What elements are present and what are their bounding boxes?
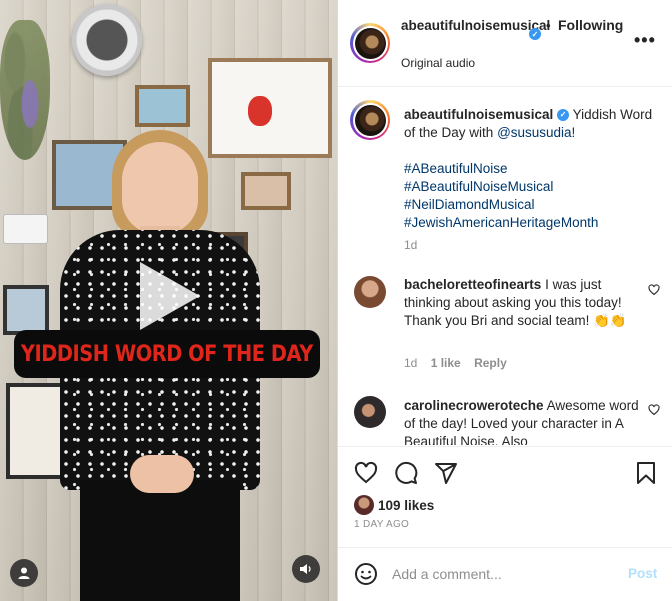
play-icon[interactable] xyxy=(140,262,200,330)
hashtag-link[interactable]: #NeilDiamondMusical xyxy=(404,196,598,214)
thermostat xyxy=(3,214,48,244)
caption-timestamp: 1d xyxy=(404,238,418,252)
comment-username[interactable]: carolinecroweroteche xyxy=(404,398,544,413)
add-comment-bar: Post xyxy=(338,547,672,601)
tagged-users-button[interactable] xyxy=(10,559,38,587)
wall-photo xyxy=(3,285,49,335)
comment-username[interactable]: bacheloretteofinearts xyxy=(404,277,541,292)
presenter-hands xyxy=(130,455,194,493)
comment-likes-link[interactable]: 1 like xyxy=(431,356,461,370)
separator-dot: • xyxy=(546,18,551,33)
reel-video[interactable]: YIDDISH WORD OF THE DAY xyxy=(0,0,337,601)
liker-avatar xyxy=(354,495,374,515)
heart-icon[interactable] xyxy=(354,461,378,485)
presenter-face xyxy=(122,142,198,234)
video-caption-banner: YIDDISH WORD OF THE DAY xyxy=(14,330,320,378)
video-caption-text: YIDDISH WORD OF THE DAY xyxy=(21,341,313,367)
comment-input[interactable] xyxy=(392,562,612,586)
speaker-icon xyxy=(300,564,311,574)
post-actions: 109 likes 1 DAY AGO xyxy=(338,446,672,546)
comment-like-icon[interactable] xyxy=(648,284,660,296)
ceiling-light xyxy=(72,4,142,76)
caption-mention[interactable]: @sususudia! xyxy=(497,125,575,140)
caption-text: abeautifulnoisemusical ✓ Yiddish Word of… xyxy=(404,106,659,142)
user-icon xyxy=(18,567,30,579)
post-header: abeautifulnoisemusical ✓ • Following Ori… xyxy=(338,0,672,87)
wall-photo xyxy=(135,85,190,127)
original-audio-link[interactable]: Original audio xyxy=(401,56,475,70)
verified-badge-icon: ✓ xyxy=(557,109,570,122)
likes-row: 109 likes xyxy=(354,495,434,515)
presenter-pants xyxy=(80,480,240,601)
comment-timestamp: 1d xyxy=(404,356,418,370)
emoji-icon[interactable] xyxy=(354,562,378,586)
likes-count[interactable]: 109 likes xyxy=(378,498,434,513)
comments-section[interactable]: abeautifulnoisemusical ✓ Yiddish Word of… xyxy=(338,88,672,445)
comment-like-icon[interactable] xyxy=(648,404,660,416)
caption-author-avatar[interactable] xyxy=(350,100,390,140)
post-timestamp: 1 DAY AGO xyxy=(354,519,410,530)
author-avatar[interactable] xyxy=(350,23,390,63)
comment-item: bacheloretteofinearts I was just thinkin… xyxy=(404,276,644,330)
drawing-figure xyxy=(248,96,272,126)
commenter-avatar[interactable] xyxy=(354,276,386,308)
dried-flowers xyxy=(0,20,50,160)
post-sidebar: abeautifulnoisemusical ✓ • Following Ori… xyxy=(337,0,672,601)
bookmark-icon[interactable] xyxy=(634,461,658,485)
hashtag-link[interactable]: #ABeautifulNoise xyxy=(404,160,598,178)
reply-button[interactable]: Reply xyxy=(474,356,507,370)
send-icon[interactable] xyxy=(434,461,458,485)
caption-hashtags: #ABeautifulNoise #ABeautifulNoiseMusical… xyxy=(404,160,598,232)
comment-item: carolinecroweroteche Awesome word of the… xyxy=(404,397,644,445)
comment-meta: 1d 1 like Reply xyxy=(404,356,517,370)
hashtag-link[interactable]: #ABeautifulNoiseMusical xyxy=(404,178,598,196)
author-username[interactable]: abeautifulnoisemusical xyxy=(401,17,550,35)
commenter-avatar[interactable] xyxy=(354,396,386,428)
post-button[interactable]: Post xyxy=(628,566,657,581)
comment-icon[interactable] xyxy=(394,461,418,485)
more-icon[interactable]: ••• xyxy=(634,30,656,51)
verified-badge-icon: ✓ xyxy=(529,28,541,40)
caption-username[interactable]: abeautifulnoisemusical xyxy=(404,107,553,122)
audio-toggle-button[interactable] xyxy=(292,555,320,583)
hashtag-link[interactable]: #JewishAmericanHeritageMonth xyxy=(404,214,598,232)
following-button[interactable]: Following xyxy=(558,17,623,33)
